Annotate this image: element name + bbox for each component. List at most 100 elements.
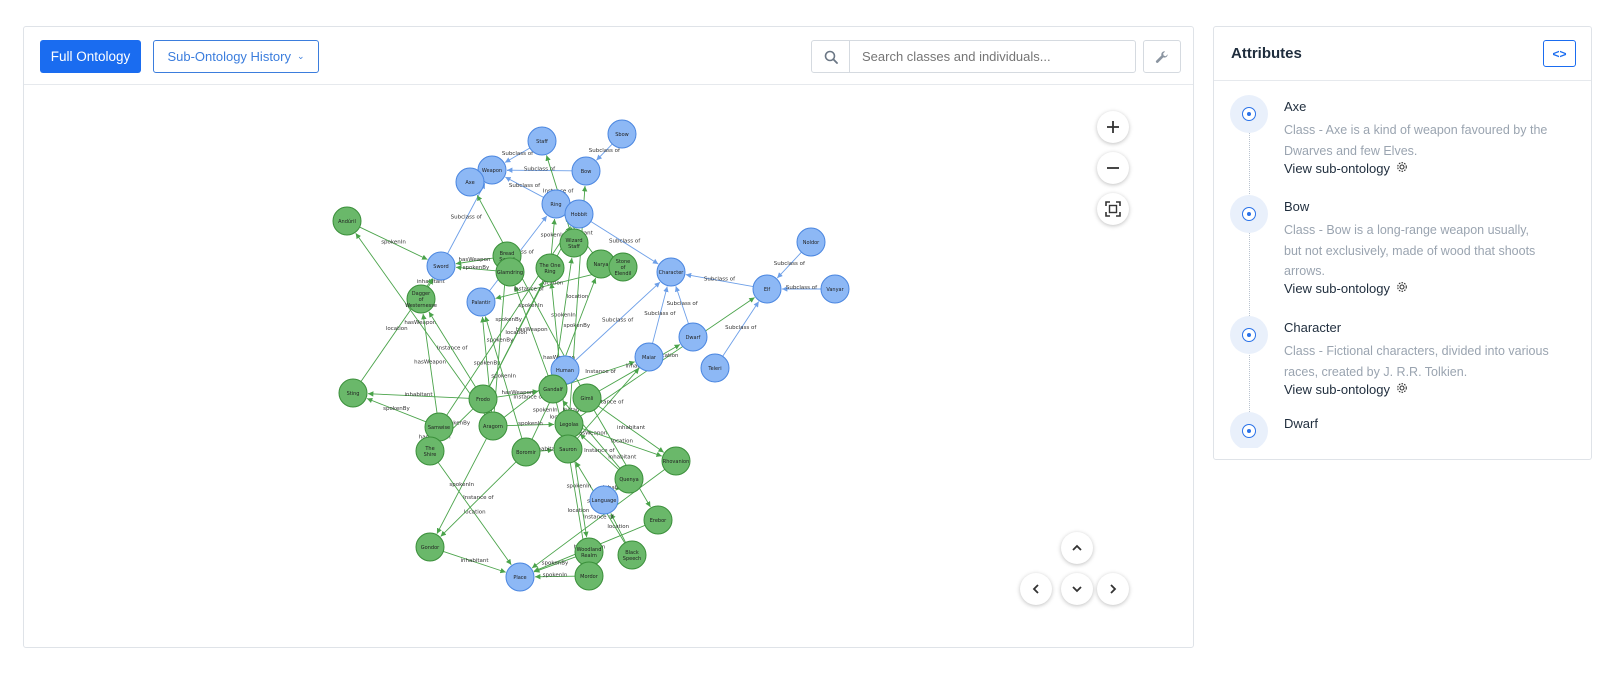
graph-node-the-shire[interactable]: TheShire xyxy=(415,436,445,466)
graph-node-stone-of-elendil[interactable]: StoneofElendil xyxy=(608,252,638,282)
sub-ontology-history-dropdown[interactable]: Sub-Ontology History ⌄ xyxy=(153,40,319,73)
edge-label: hasWeapon xyxy=(459,257,491,263)
view-sub-ontology-link[interactable]: View sub-ontology xyxy=(1284,281,1408,296)
graph-node-axe[interactable]: Axe xyxy=(455,167,485,197)
edge-label: spokenBy xyxy=(474,360,501,366)
attribute-item: Character Class - Fictional characters, … xyxy=(1214,316,1591,416)
node-label: Bow xyxy=(581,169,592,175)
target-icon xyxy=(1230,95,1268,133)
graph-node-erebor[interactable]: Erebor xyxy=(643,505,673,535)
edge-label: spokenBy xyxy=(542,560,569,566)
node-label: Legolas xyxy=(559,422,578,428)
node-label: Ring xyxy=(544,269,555,275)
ontology-graph[interactable]: Subclass of Subclass of Subclass of Subclas… xyxy=(24,86,1193,648)
graph-node-sbow[interactable]: Sbow xyxy=(607,119,637,149)
chevron-right-icon[interactable] xyxy=(1097,573,1129,605)
node-label: Gimli xyxy=(581,396,594,402)
graph-node-noldor[interactable]: Noldor xyxy=(796,227,826,257)
graph-node-teleri[interactable]: Teleri xyxy=(700,353,730,383)
graph-node-boromir[interactable]: Boromir xyxy=(511,437,541,467)
edge-label: Instance of xyxy=(463,495,495,501)
view-sub-ontology-link[interactable]: View sub-ontology xyxy=(1284,382,1408,397)
graph-node-dwarf[interactable]: Dwarf xyxy=(678,322,708,352)
chevron-down-icon[interactable] xyxy=(1061,573,1093,605)
graph-node-black-speech[interactable]: BlackSpeech xyxy=(617,540,647,570)
graph-node-mordor[interactable]: Mordor xyxy=(574,561,604,591)
graph-canvas[interactable]: Subclass of Subclass of Subclass of Subclas… xyxy=(24,86,1193,648)
graph-node-wizard-staff[interactable]: WizardStaff xyxy=(559,228,589,258)
view-sub-ontology-link[interactable]: View sub-ontology xyxy=(1284,161,1408,176)
graph-node-language[interactable]: Language xyxy=(589,485,619,515)
attributes-list[interactable]: Axe Class - Axe is a kind of weapon favo… xyxy=(1214,82,1591,448)
graph-node-palantir[interactable]: Palantir xyxy=(466,287,496,317)
edge-label: spokenIn xyxy=(518,421,543,427)
graph-node-glamdring[interactable]: Glamdring xyxy=(495,257,525,287)
node-label: Weapon xyxy=(482,168,502,174)
graph-node-vanyar[interactable]: Vanyar xyxy=(820,274,850,304)
edge-label: location xyxy=(567,294,589,300)
node-label: Language xyxy=(592,498,617,504)
attribute-item: Axe Class - Axe is a kind of weapon favo… xyxy=(1214,95,1591,195)
node-label: Teleri xyxy=(707,366,721,372)
graph-node-quenya[interactable]: Quenya xyxy=(614,464,644,494)
plus-icon[interactable] xyxy=(1097,111,1129,143)
edge-label: spokenBy xyxy=(495,317,522,323)
node-label: Narya xyxy=(594,262,609,268)
node-label: Vanyar xyxy=(826,287,844,293)
graph-node-gimli[interactable]: Gimli xyxy=(572,383,602,413)
graph-node-staff[interactable]: Staff xyxy=(527,126,557,156)
node-label: Character xyxy=(659,270,685,276)
node-label: Dwarf xyxy=(686,335,701,341)
graph-node-character[interactable]: Character xyxy=(656,257,686,287)
graph-node-the-one-ring[interactable]: The OneRing xyxy=(535,253,565,283)
minus-icon[interactable] xyxy=(1097,152,1129,184)
graph-node-sword[interactable]: Sword xyxy=(426,251,456,281)
graph-node-place[interactable]: Place xyxy=(505,562,535,592)
graph-node-maiar[interactable]: Maiar xyxy=(634,342,664,372)
graph-node-hobbit[interactable]: Hobbit xyxy=(564,199,594,229)
edge-label: Subclass of xyxy=(502,151,534,157)
node-label: Elendil xyxy=(615,271,632,277)
edge-label: Subclass of xyxy=(609,239,641,245)
graph-node-legolas[interactable]: Legolas xyxy=(554,409,584,439)
node-label: Speech xyxy=(623,556,641,562)
code-icon[interactable]: <> xyxy=(1543,40,1576,67)
graph-node-frodo[interactable]: Frodo xyxy=(468,384,498,414)
graph-node-aragorn[interactable]: Aragorn xyxy=(478,411,508,441)
edge-label: inhabitant xyxy=(460,558,489,564)
edge-label: Instance of xyxy=(437,345,469,351)
chevron-up-icon[interactable] xyxy=(1061,532,1093,564)
graph-node-gandalf[interactable]: Gandalf xyxy=(538,374,568,404)
edge-label: location xyxy=(611,438,633,444)
graph-node-sauron[interactable]: Sauron xyxy=(553,434,583,464)
search-icon[interactable] xyxy=(812,41,850,72)
node-label: Gandalf xyxy=(543,387,563,393)
node-label: Noldor xyxy=(803,240,820,246)
edge-label: spokenBy xyxy=(564,323,591,329)
graph-node-and-ril[interactable]: Andúril xyxy=(332,206,362,236)
attribute-description: Class - Fictional characters, divided in… xyxy=(1284,344,1549,379)
edge-label: hasWeapon xyxy=(404,320,436,326)
edge-label: spokenBy xyxy=(383,406,410,412)
fit-screen-icon[interactable] xyxy=(1097,193,1129,225)
graph-node-sting[interactable]: Sting xyxy=(338,378,368,408)
chevron-left-icon[interactable] xyxy=(1020,573,1052,605)
chevron-down-icon: ⌄ xyxy=(297,51,305,61)
full-ontology-button[interactable]: Full Ontology xyxy=(40,40,141,73)
view-sub-ontology-label: View sub-ontology xyxy=(1284,281,1390,296)
edge-label: Subclass of xyxy=(774,261,806,267)
graph-node-dagger-of-westernesse[interactable]: DaggerofWesternesse xyxy=(405,284,437,314)
wrench-icon[interactable] xyxy=(1143,40,1181,73)
attribute-name: Dwarf xyxy=(1284,416,1318,431)
search-input[interactable] xyxy=(850,41,1135,72)
graph-node-rhovanion[interactable]: Rhovanion xyxy=(661,446,691,476)
node-label: Sauron xyxy=(559,447,577,453)
edge-label: Subclass of xyxy=(589,148,621,154)
edge-label: inhabitant xyxy=(404,392,433,398)
graph-node-elf[interactable]: Elf xyxy=(752,274,782,304)
graph-node-bow[interactable]: Bow xyxy=(571,156,601,186)
view-sub-ontology-label: View sub-ontology xyxy=(1284,161,1390,176)
graph-node-gondor[interactable]: Gondor xyxy=(415,532,445,562)
edge-label: spokenIn xyxy=(533,407,558,413)
attribute-name: Character xyxy=(1284,320,1342,335)
